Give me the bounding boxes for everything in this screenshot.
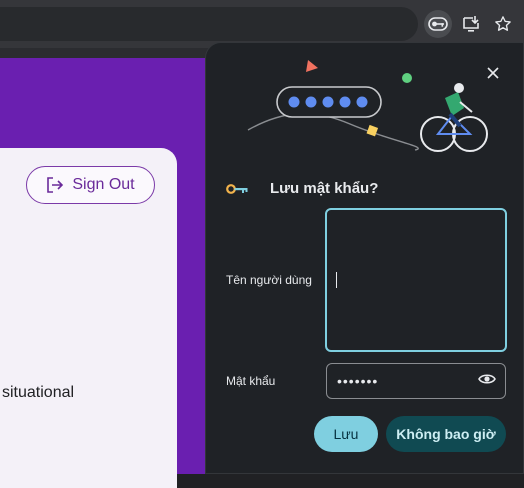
password-value: •••••••: [337, 373, 379, 389]
never-button[interactable]: Không bao giờ: [386, 416, 506, 452]
username-field[interactable]: [325, 208, 507, 352]
password-label: Mật khẩu: [226, 374, 276, 388]
bookmark-star-icon[interactable]: [489, 10, 517, 38]
username-label: Tên người dùng: [226, 273, 312, 287]
password-illustration: [247, 60, 488, 152]
address-bar[interactable]: [0, 7, 418, 41]
sign-out-button[interactable]: Sign Out: [26, 166, 155, 204]
sign-out-label: Sign Out: [72, 176, 135, 193]
page-body-text: situational: [2, 384, 75, 401]
browser-toolbar: [0, 0, 524, 48]
sign-out-icon: [47, 177, 64, 193]
save-button[interactable]: Lưu: [314, 416, 378, 452]
key-icon: [226, 182, 250, 200]
close-icon[interactable]: [482, 62, 504, 84]
install-app-icon[interactable]: [457, 10, 485, 38]
password-key-icon[interactable]: [424, 10, 452, 38]
bubble-title: Lưu mật khẩu?: [270, 180, 379, 197]
text-caret: [336, 272, 337, 288]
eye-icon[interactable]: [478, 372, 496, 391]
